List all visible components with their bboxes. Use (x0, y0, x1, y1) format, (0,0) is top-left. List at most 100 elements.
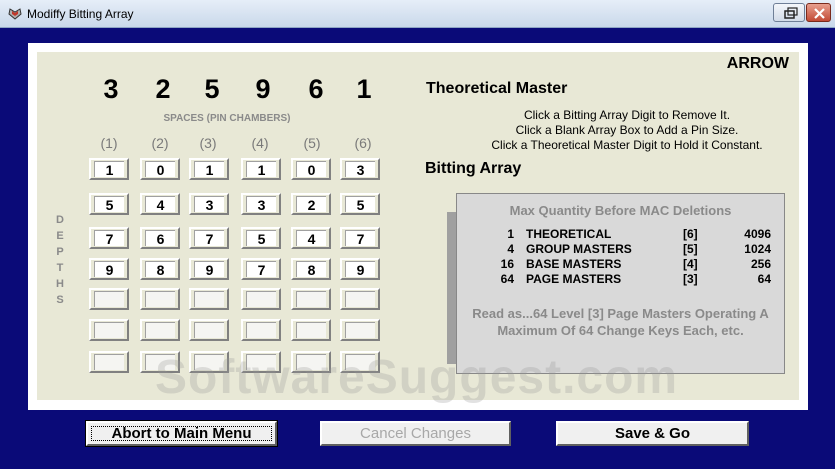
restore-button[interactable] (773, 3, 805, 22)
column-label: (6) (354, 135, 372, 151)
master-digit-5[interactable]: 6 (296, 74, 336, 105)
array-blank-box[interactable] (189, 288, 229, 310)
master-digit-1[interactable]: 3 (91, 74, 131, 105)
array-cell-value: 2 (296, 196, 326, 213)
column-label: (3) (199, 135, 217, 151)
array-digit-cell[interactable]: 8 (291, 258, 331, 280)
array-cell-value (194, 322, 224, 338)
title-bar: Modiffy Bitting Array (0, 0, 835, 28)
info-row: 16 BASE MASTERS [4] 256 (500, 257, 771, 271)
focus-ring (91, 426, 272, 441)
array-blank-box[interactable] (291, 288, 331, 310)
array-cell-value (194, 291, 224, 307)
array-digit-cell[interactable]: 6 (140, 227, 180, 249)
array-digit-cell[interactable]: 7 (189, 227, 229, 249)
mode-label: ARROW (726, 55, 789, 72)
array-cell-value: 1 (94, 161, 124, 178)
array-digit-cell[interactable]: 3 (189, 193, 229, 215)
cancel-changes-button[interactable]: Cancel Changes (320, 421, 511, 446)
array-cell-value: 6 (145, 230, 175, 247)
array-blank-box[interactable] (89, 319, 129, 341)
array-cell-value (94, 354, 124, 370)
array-blank-box[interactable] (291, 319, 331, 341)
array-digit-cell[interactable]: 7 (241, 258, 281, 280)
array-cell-value (145, 322, 175, 338)
array-digit-cell[interactable]: 4 (140, 193, 180, 215)
array-digit-cell[interactable]: 3 (241, 193, 281, 215)
array-cell-value: 5 (246, 230, 276, 247)
array-digit-cell[interactable]: 1 (89, 158, 129, 180)
master-digit-4[interactable]: 9 (243, 74, 283, 105)
column-label: (5) (303, 135, 321, 151)
array-digit-cell[interactable]: 1 (189, 158, 229, 180)
array-digit-cell[interactable]: 0 (140, 158, 180, 180)
array-cell-value (296, 322, 326, 338)
main-panel: ARROW 3 2 5 9 6 1 SPACES (PIN CHAMBERS) … (28, 43, 808, 410)
column-label: (4) (251, 135, 269, 151)
array-digit-cell[interactable]: 9 (189, 258, 229, 280)
info-box: Max Quantity Before MAC Deletions 1 THEO… (456, 193, 785, 374)
instruction-line: Click a Bitting Array Digit to Remove It… (523, 108, 731, 122)
array-cell-value: 9 (194, 261, 224, 278)
abort-button[interactable]: Abort to Main Menu (85, 420, 278, 447)
save-and-go-button[interactable]: Save & Go (556, 421, 749, 446)
array-digit-cell[interactable]: 7 (89, 227, 129, 249)
array-cell-value (246, 322, 276, 338)
array-blank-box[interactable] (189, 319, 229, 341)
array-digit-cell[interactable]: 5 (241, 227, 281, 249)
array-digit-cell[interactable]: 1 (241, 158, 281, 180)
array-cell-value (246, 291, 276, 307)
array-cell-value: 7 (194, 230, 224, 247)
array-digit-cell[interactable]: 7 (340, 227, 380, 249)
array-blank-box[interactable] (340, 319, 380, 341)
array-cell-value: 4 (296, 230, 326, 247)
content-area: ARROW 3 2 5 9 6 1 SPACES (PIN CHAMBERS) … (37, 52, 799, 404)
array-digit-cell[interactable]: 8 (140, 258, 180, 280)
array-digit-cell[interactable]: 9 (89, 258, 129, 280)
array-cell-value: 0 (296, 161, 326, 178)
array-cell-value: 3 (194, 196, 224, 213)
array-digit-cell[interactable]: 4 (291, 227, 331, 249)
array-blank-box[interactable] (140, 288, 180, 310)
array-cell-value (296, 291, 326, 307)
app-key-icon (8, 8, 22, 20)
array-blank-box[interactable] (241, 288, 281, 310)
close-button[interactable] (806, 3, 831, 22)
array-cell-value: 5 (94, 196, 124, 213)
array-blank-box[interactable] (241, 319, 281, 341)
array-digit-cell[interactable]: 5 (340, 193, 380, 215)
array-cell-value (94, 291, 124, 307)
master-digit-2[interactable]: 2 (143, 74, 183, 105)
array-cell-value: 9 (345, 261, 375, 278)
master-digit-6[interactable]: 1 (344, 74, 384, 105)
info-row: 4 GROUP MASTERS [5] 1024 (507, 242, 771, 256)
info-box-note: Read as...64 Level [3] Page Masters Oper… (472, 306, 769, 338)
array-digit-cell[interactable]: 9 (340, 258, 380, 280)
array-blank-box[interactable] (89, 288, 129, 310)
spaces-label: SPACES (PIN CHAMBERS) (163, 113, 291, 124)
master-digit-3[interactable]: 5 (192, 74, 232, 105)
bitting-array-title: Bitting Array (425, 160, 522, 177)
array-cell-value: 8 (145, 261, 175, 278)
array-cell-value: 9 (94, 261, 124, 278)
array-cell-value: 1 (194, 161, 224, 178)
array-digit-cell[interactable]: 5 (89, 193, 129, 215)
info-box-heading: Max Quantity Before MAC Deletions (509, 203, 732, 218)
close-icon (814, 8, 825, 19)
array-cell-value: 1 (246, 161, 276, 178)
array-cell-value: 8 (296, 261, 326, 278)
array-blank-box[interactable] (140, 319, 180, 341)
array-blank-box[interactable] (89, 351, 129, 373)
array-digit-cell[interactable]: 0 (291, 158, 331, 180)
restore-icon (784, 7, 798, 19)
array-digit-cell[interactable]: 3 (340, 158, 380, 180)
array-cell-value (345, 322, 375, 338)
theoretical-master-title: Theoretical Master (426, 80, 568, 97)
array-cell-value (94, 322, 124, 338)
array-blank-box[interactable] (340, 288, 380, 310)
array-cell-value: 7 (94, 230, 124, 247)
watermark: SoftwareSuggest.com (155, 351, 679, 404)
info-row: 64 PAGE MASTERS [3] 64 (500, 272, 771, 286)
instruction-line: Click a Theoretical Master Digit to Hold… (491, 138, 763, 152)
array-digit-cell[interactable]: 2 (291, 193, 331, 215)
